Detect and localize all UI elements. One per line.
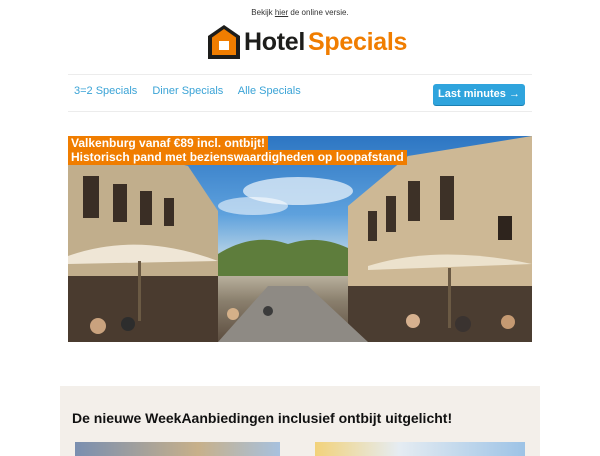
nav-alle-specials[interactable]: Alle Specials [238,85,301,97]
main-nav: 3=2 Specials Diner Specials Alle Special… [74,85,313,97]
nav-diner-specials[interactable]: Diner Specials [152,85,223,97]
last-minutes-button[interactable]: Last minutes → [433,84,525,105]
preheader-text: Bekijk [251,8,275,17]
online-version-link[interactable]: hier [275,8,288,17]
divider [68,111,532,112]
deal-thumbnail[interactable] [315,442,525,456]
weekdeals-section: De nieuwe WeekAanbiedingen inclusief ont… [60,386,540,456]
deal-thumbnail[interactable] [75,442,280,456]
preheader: Bekijk hier de online versie. [0,8,600,17]
weekdeals-heading: De nieuwe WeekAanbiedingen inclusief ont… [72,410,453,426]
hotelspecials-logo[interactable]: Hotel Specials [207,22,407,62]
logo-word-specials: Specials [308,28,408,56]
nav-3-2-specials[interactable]: 3=2 Specials [74,85,137,97]
logo-word-hotel: Hotel [244,28,306,56]
hero-headline: Valkenburg vanaf €89 incl. ontbijt! [68,136,269,151]
street-scene-illustration [68,136,532,342]
hero-subheadline: Historisch pand met bezienswaardigheden … [68,150,407,165]
hero-image-valkenburg[interactable] [68,136,532,342]
preheader-text-end: de online versie. [288,8,349,17]
house-logo-icon [208,25,240,59]
divider [68,74,532,75]
